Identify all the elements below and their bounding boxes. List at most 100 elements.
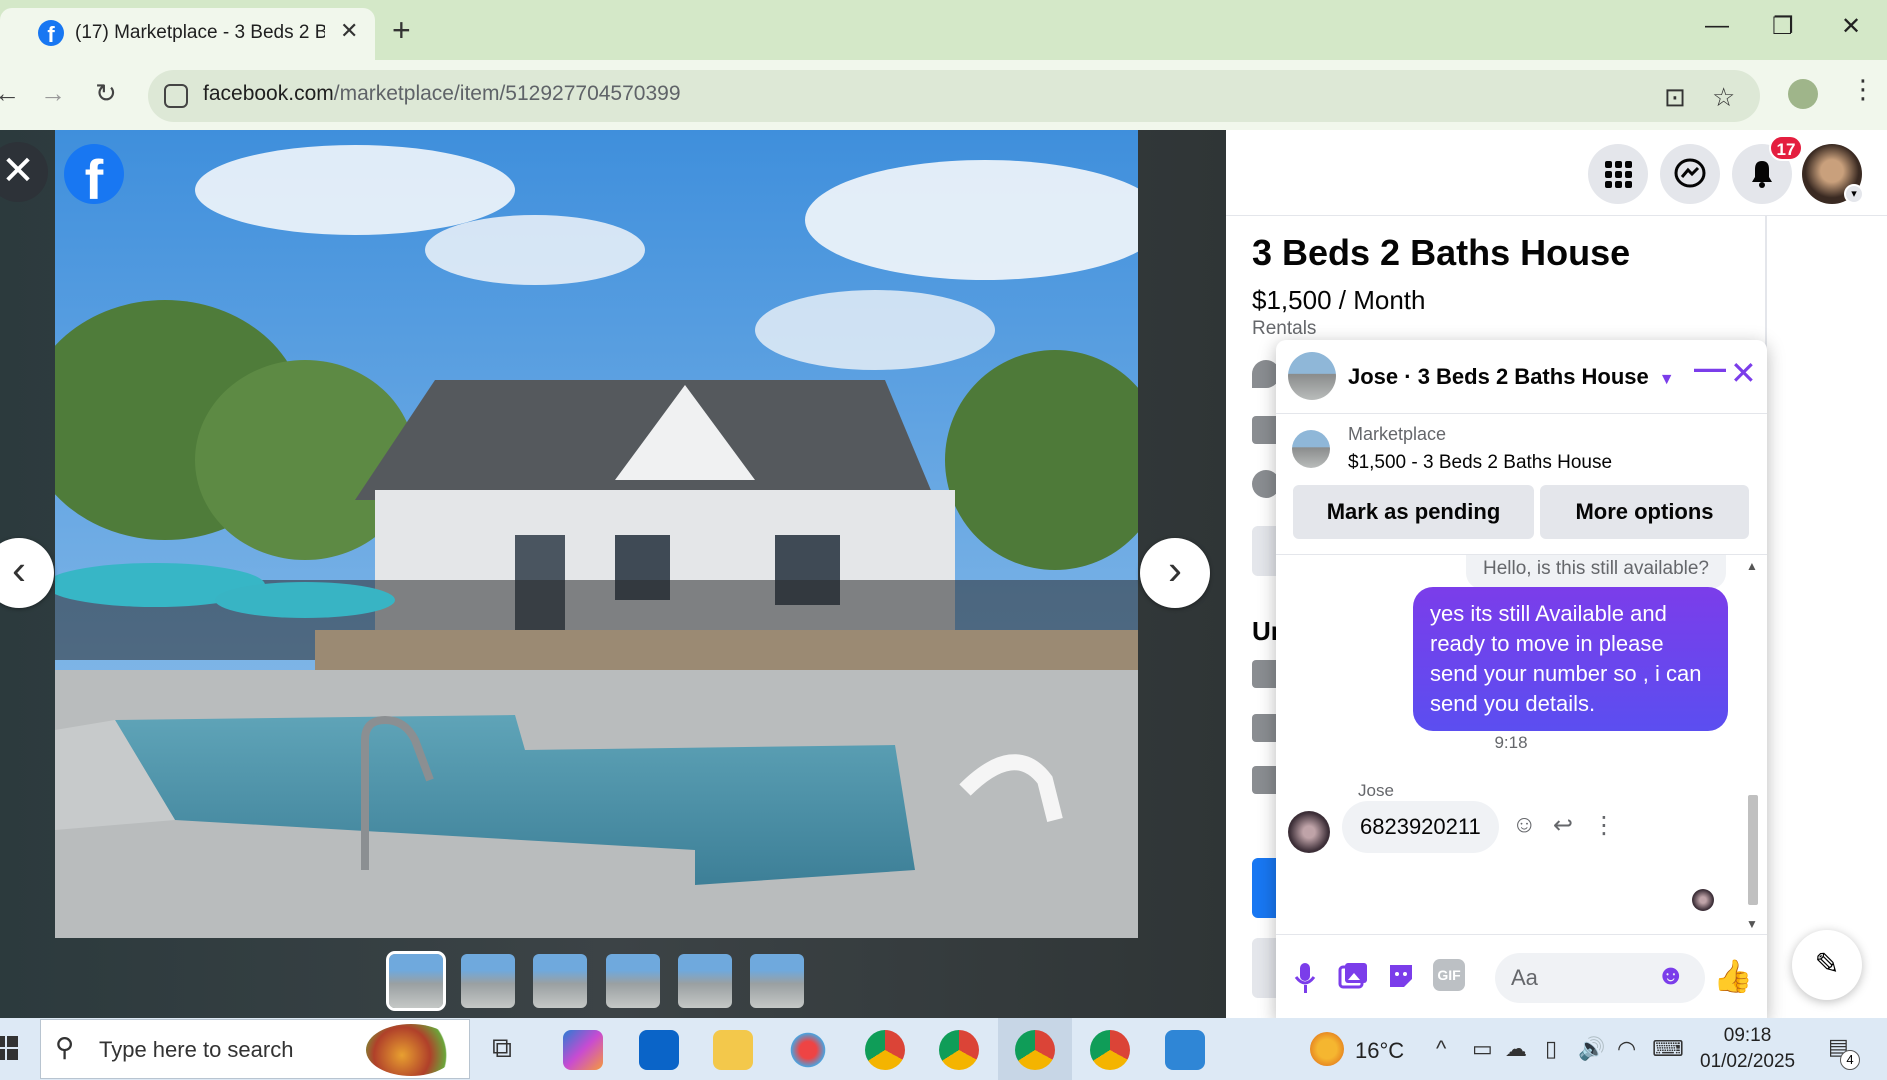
photo-thumbnail[interactable] bbox=[386, 951, 446, 1011]
sender-name: Jose bbox=[1358, 781, 1394, 800]
scrollbar-thumb[interactable] bbox=[1748, 795, 1758, 905]
browser-menu-icon[interactable]: ⋮ bbox=[1850, 74, 1876, 105]
browser-toolbar: ← → ↻ facebook.com/marketplace/item/5129… bbox=[0, 60, 1887, 130]
marketplace-label: Marketplace bbox=[1348, 424, 1447, 444]
site-info-icon[interactable] bbox=[164, 84, 188, 108]
close-window-button[interactable]: ✕ bbox=[1841, 12, 1861, 41]
photo-icon[interactable] bbox=[1338, 961, 1368, 991]
gif-icon[interactable]: GIF bbox=[1433, 959, 1465, 991]
close-viewer-button[interactable]: ✕ bbox=[0, 142, 48, 202]
onedrive-icon[interactable]: ☁ bbox=[1505, 1036, 1527, 1062]
chrome-active-icon[interactable] bbox=[1015, 1030, 1055, 1070]
control-panel-icon[interactable] bbox=[1165, 1030, 1205, 1070]
message-scrollbar[interactable]: ▲ ▼ bbox=[1742, 555, 1764, 935]
composer-bar: GIF Aa ☻ 👍 bbox=[1276, 934, 1767, 1020]
search-icon: ⚲ bbox=[55, 1032, 75, 1062]
mark-as-pending-button[interactable]: Mark as pending bbox=[1293, 485, 1534, 539]
next-photo-button[interactable]: › bbox=[1140, 538, 1210, 608]
task-view-icon[interactable]: ⧉ bbox=[492, 1032, 512, 1065]
chat-title[interactable]: Jose · 3 Beds 2 Baths House ▼ bbox=[1348, 364, 1675, 390]
keyboard-icon[interactable]: ⌨ bbox=[1652, 1036, 1684, 1062]
taskbar-search[interactable]: ⚲ Type here to search bbox=[40, 1019, 470, 1079]
copilot-icon[interactable] bbox=[563, 1030, 603, 1070]
wifi-icon[interactable]: ◠ bbox=[1617, 1036, 1636, 1062]
device-icon[interactable]: ▯ bbox=[1545, 1036, 1557, 1062]
new-tab-button[interactable]: + bbox=[392, 12, 411, 49]
url-host: facebook.com bbox=[203, 82, 334, 105]
tab-title: (17) Marketplace - 3 Beds 2 Bat bbox=[75, 22, 325, 43]
minimize-chat-icon[interactable]: — bbox=[1694, 350, 1726, 387]
account-chevron-icon[interactable]: ▾ bbox=[1844, 184, 1864, 204]
start-button[interactable] bbox=[0, 1036, 18, 1060]
listing-summary[interactable]: $1,500 - 3 Beds 2 Baths House bbox=[1348, 452, 1612, 474]
listing-price: $1,500 / Month bbox=[1252, 285, 1426, 315]
thumbs-up-icon[interactable]: 👍 bbox=[1713, 957, 1753, 995]
received-message-bubble[interactable]: 6823920211 bbox=[1342, 801, 1499, 853]
previous-photo-button[interactable]: ‹ bbox=[0, 538, 54, 608]
marketplace-listing-thumbnail bbox=[1292, 430, 1330, 468]
back-arrow-icon[interactable]: ← bbox=[0, 78, 20, 109]
listing-title: 3 Beds 2 Baths House bbox=[1252, 232, 1631, 273]
chevron-up-icon[interactable]: ^ bbox=[1436, 1036, 1446, 1062]
weather-icon[interactable] bbox=[1310, 1032, 1344, 1066]
reply-icon[interactable]: ↩ bbox=[1553, 811, 1573, 840]
sticker-icon[interactable] bbox=[1386, 961, 1416, 991]
system-clock[interactable]: 09:18 01/02/2025 bbox=[1700, 1023, 1795, 1075]
more-options-button[interactable]: More options bbox=[1540, 485, 1749, 539]
facebook-top-nav: 17 ▾ bbox=[1226, 130, 1887, 216]
scroll-up-icon[interactable]: ▲ bbox=[1746, 559, 1758, 573]
browser-tab-bar: f (17) Marketplace - 3 Beds 2 Bat ✕ + — … bbox=[0, 0, 1887, 60]
listing-category[interactable]: Rentals bbox=[1252, 318, 1316, 340]
react-emoji-icon[interactable]: ☺ bbox=[1512, 811, 1537, 839]
previous-message: Hello, is this still available? bbox=[1466, 555, 1726, 589]
new-message-button[interactable]: ✎ bbox=[1792, 930, 1862, 1000]
messenger-icon bbox=[1674, 158, 1706, 188]
photo-thumbnail[interactable] bbox=[461, 954, 515, 1008]
scroll-down-icon[interactable]: ▼ bbox=[1746, 917, 1758, 931]
restore-button[interactable]: ❐ bbox=[1772, 12, 1794, 41]
volume-icon[interactable]: 🔊 bbox=[1578, 1036, 1605, 1062]
chrome-profile-icon[interactable] bbox=[865, 1030, 905, 1070]
forward-arrow-icon[interactable]: → bbox=[40, 78, 66, 109]
listing-photo bbox=[55, 130, 1138, 938]
outlook-icon[interactable] bbox=[639, 1030, 679, 1070]
address-bar[interactable]: facebook.com/marketplace/item/5129277045… bbox=[148, 70, 1760, 122]
chevron-down-icon: ▼ bbox=[1658, 371, 1675, 388]
browser-tab[interactable]: f (17) Marketplace - 3 Beds 2 Bat ✕ bbox=[0, 8, 375, 60]
sender-avatar[interactable] bbox=[1288, 811, 1330, 853]
chat-listing-avatar bbox=[1288, 352, 1336, 400]
battery-icon[interactable]: ▭ bbox=[1472, 1036, 1493, 1062]
tab-close-icon[interactable]: ✕ bbox=[340, 18, 358, 44]
bookmark-star-icon[interactable]: ☆ bbox=[1712, 82, 1735, 113]
seen-indicator-avatar bbox=[1692, 889, 1714, 911]
compose-icon: ✎ bbox=[1814, 948, 1840, 981]
minimize-button[interactable]: — bbox=[1705, 12, 1729, 40]
install-app-icon[interactable]: ⊡ bbox=[1664, 82, 1686, 113]
more-actions-icon[interactable]: ⋮ bbox=[1592, 811, 1616, 840]
reload-icon[interactable]: ↻ bbox=[95, 78, 117, 109]
message-list: Hello, is this still available? yes its … bbox=[1276, 554, 1767, 934]
photo-thumbnail[interactable] bbox=[678, 954, 732, 1008]
chat-header[interactable]: Jose · 3 Beds 2 Baths House ▼ — ✕ bbox=[1276, 340, 1767, 414]
messenger-button[interactable] bbox=[1660, 144, 1720, 204]
microphone-icon[interactable] bbox=[1292, 961, 1318, 995]
fruit-basket-icon bbox=[366, 1024, 456, 1076]
notification-badge: 17 bbox=[1769, 135, 1803, 161]
weather-temperature[interactable]: 16°C bbox=[1355, 1038, 1404, 1064]
profile-icon[interactable] bbox=[1788, 79, 1818, 109]
chrome-profile-icon[interactable] bbox=[1090, 1030, 1130, 1070]
house-pool-image bbox=[55, 130, 1138, 938]
file-explorer-icon[interactable] bbox=[713, 1030, 753, 1070]
menu-grid-button[interactable] bbox=[1588, 144, 1648, 204]
sent-message-bubble[interactable]: yes its still Available and ready to mov… bbox=[1413, 587, 1728, 731]
photo-thumbnail[interactable] bbox=[606, 954, 660, 1008]
chrome-profile-icon[interactable] bbox=[939, 1030, 979, 1070]
emoji-icon[interactable]: ☻ bbox=[1656, 959, 1685, 991]
facebook-logo-icon[interactable]: f bbox=[64, 144, 124, 211]
photo-thumbnail[interactable] bbox=[533, 954, 587, 1008]
clock-date: 01/02/2025 bbox=[1700, 1051, 1796, 1072]
close-chat-icon[interactable]: ✕ bbox=[1730, 354, 1757, 392]
taskbar-search-input[interactable]: Type here to search bbox=[99, 1037, 293, 1063]
photo-thumbnail[interactable] bbox=[750, 954, 804, 1008]
snipping-tool-icon[interactable] bbox=[788, 1030, 828, 1070]
